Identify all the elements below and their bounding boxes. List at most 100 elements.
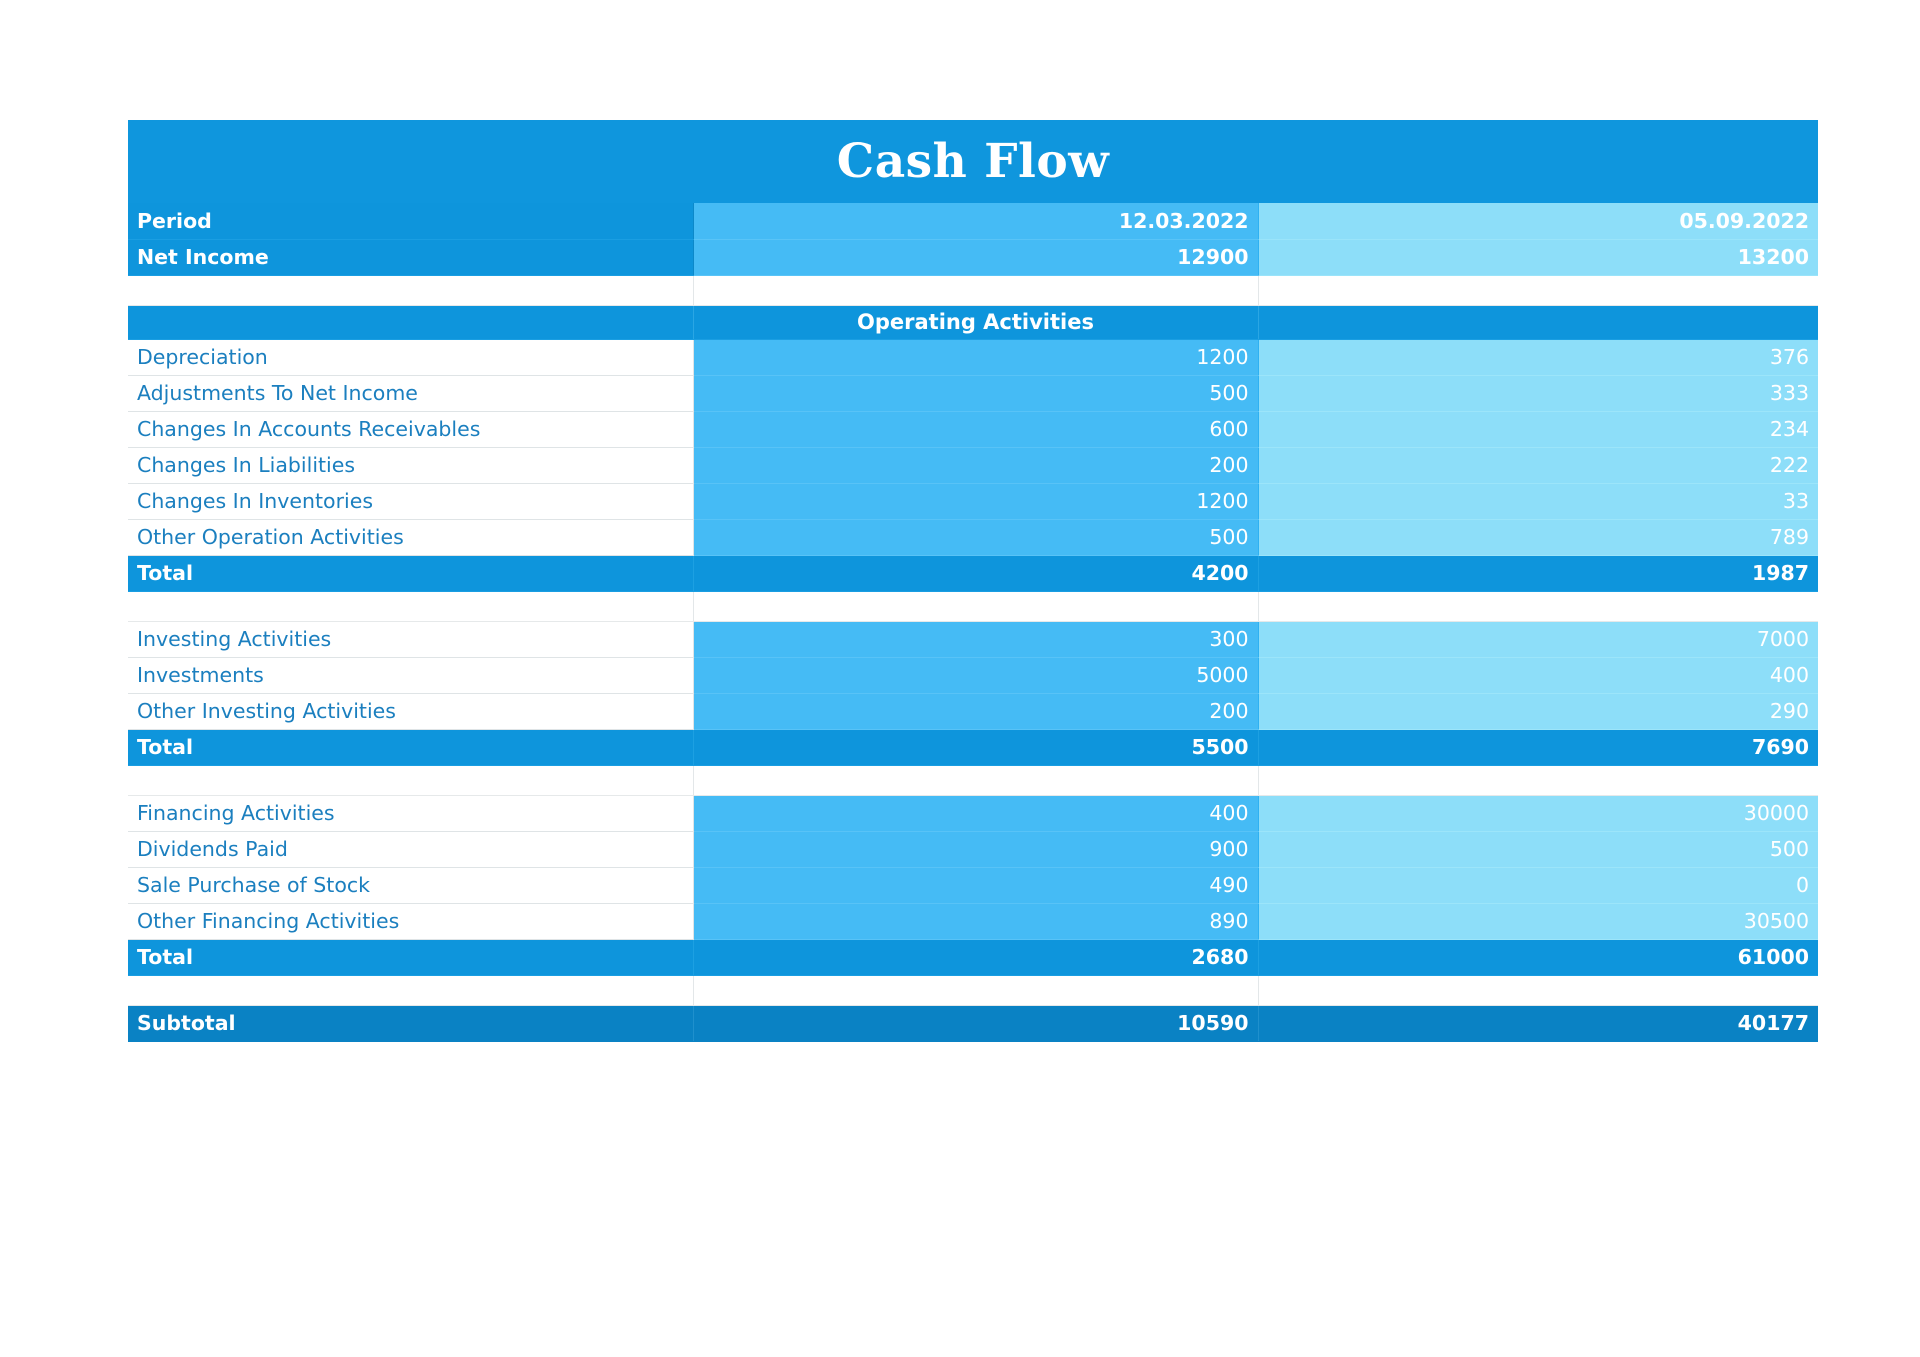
subtotal-row: Subtotal 10590 40177 [128,1005,1818,1042]
row-label: Investments [128,657,694,694]
section-banner-spacer-right [1258,305,1818,340]
section-banner-title: Operating Activities [693,305,1259,340]
spacer-cell-value-1 [693,591,1259,622]
table-row: Investing Activities 300 7000 [128,621,1818,658]
net-income-row: Net Income 12900 13200 [128,239,1818,276]
row-value-1: 500 [693,519,1259,556]
period-row: Period 12.03.2022 05.09.2022 [128,203,1818,240]
spacer-cell-value-1 [693,975,1259,1006]
total-row-investing: Total 5500 7690 [128,729,1818,766]
spacer-cell-value-2 [1258,765,1818,796]
spacer-cell-label [128,275,694,306]
row-value-1: 900 [693,831,1259,868]
row-value-1: 600 [693,411,1259,448]
total-value-2: 7690 [1258,729,1818,766]
table-row: Changes In Inventories 1200 33 [128,483,1818,520]
row-value-1: 1200 [693,483,1259,520]
table-row: Adjustments To Net Income 500 333 [128,375,1818,412]
total-row-operating: Total 4200 1987 [128,555,1818,592]
title-row: Cash Flow [128,120,1818,203]
table-row: Other Operation Activities 500 789 [128,519,1818,556]
row-label: Depreciation [128,339,694,376]
table-row: Other Investing Activities 200 290 [128,693,1818,730]
spacer-cell-label [128,975,694,1006]
row-value-2: 789 [1258,519,1818,556]
period-value-2: 05.09.2022 [1258,203,1818,240]
row-value-2: 30500 [1258,903,1818,940]
table-row: Other Financing Activities 890 30500 [128,903,1818,940]
title-cell: Cash Flow [128,120,1818,203]
row-label: Adjustments To Net Income [128,375,694,412]
row-value-1: 400 [693,795,1259,832]
section-banner-operating: Operating Activities [128,305,1818,340]
spacer-cell-value-2 [1258,591,1818,622]
row-label: Other Financing Activities [128,903,694,940]
period-value-1: 12.03.2022 [693,203,1259,240]
row-value-2: 400 [1258,657,1818,694]
spacer-cell-value-2 [1258,275,1818,306]
table-row: Changes In Liabilities 200 222 [128,447,1818,484]
total-value-1: 4200 [693,555,1259,592]
row-value-2: 7000 [1258,621,1818,658]
row-value-1: 1200 [693,339,1259,376]
subtotal-value-1: 10590 [693,1005,1259,1042]
row-label: Financing Activities [128,795,694,832]
row-value-2: 290 [1258,693,1818,730]
row-label: Changes In Liabilities [128,447,694,484]
cash-flow-sheet: Cash Flow Period 12.03.2022 05.09.2022 N… [128,120,1818,1042]
row-value-2: 0 [1258,867,1818,904]
page-title: Cash Flow [836,134,1110,189]
row-value-1: 300 [693,621,1259,658]
net-income-value-2: 13200 [1258,239,1818,276]
spacer-row [128,275,1818,306]
row-value-1: 890 [693,903,1259,940]
row-value-2: 500 [1258,831,1818,868]
subtotal-label: Subtotal [128,1005,694,1042]
table-row: Investments 5000 400 [128,657,1818,694]
row-value-1: 200 [693,447,1259,484]
total-value-1: 5500 [693,729,1259,766]
table-row: Sale Purchase of Stock 490 0 [128,867,1818,904]
cash-flow-table: Cash Flow Period 12.03.2022 05.09.2022 N… [128,120,1818,1042]
subtotal-value-2: 40177 [1258,1005,1818,1042]
spacer-row [128,591,1818,622]
net-income-label: Net Income [128,239,694,276]
spacer-cell-value-1 [693,275,1259,306]
row-label: Sale Purchase of Stock [128,867,694,904]
spacer-cell-label [128,765,694,796]
total-value-1: 2680 [693,939,1259,976]
row-value-1: 500 [693,375,1259,412]
row-label: Dividends Paid [128,831,694,868]
row-value-1: 200 [693,693,1259,730]
table-row: Depreciation 1200 376 [128,339,1818,376]
total-value-2: 1987 [1258,555,1818,592]
total-label: Total [128,939,694,976]
row-value-2: 333 [1258,375,1818,412]
row-value-2: 33 [1258,483,1818,520]
spacer-cell-label [128,591,694,622]
row-value-2: 234 [1258,411,1818,448]
spacer-row [128,975,1818,1006]
total-label: Total [128,555,694,592]
net-income-value-1: 12900 [693,239,1259,276]
row-value-2: 30000 [1258,795,1818,832]
row-label: Other Operation Activities [128,519,694,556]
period-label: Period [128,203,694,240]
total-label: Total [128,729,694,766]
section-banner-spacer-left [128,305,694,340]
row-value-1: 490 [693,867,1259,904]
row-value-2: 222 [1258,447,1818,484]
row-value-1: 5000 [693,657,1259,694]
table-row: Financing Activities 400 30000 [128,795,1818,832]
spacer-cell-value-2 [1258,975,1818,1006]
table-row: Changes In Accounts Receivables 600 234 [128,411,1818,448]
spacer-row [128,765,1818,796]
spacer-cell-value-1 [693,765,1259,796]
row-label: Investing Activities [128,621,694,658]
table-row: Dividends Paid 900 500 [128,831,1818,868]
row-value-2: 376 [1258,339,1818,376]
row-label: Other Investing Activities [128,693,694,730]
total-row-financing: Total 2680 61000 [128,939,1818,976]
row-label: Changes In Accounts Receivables [128,411,694,448]
total-value-2: 61000 [1258,939,1818,976]
